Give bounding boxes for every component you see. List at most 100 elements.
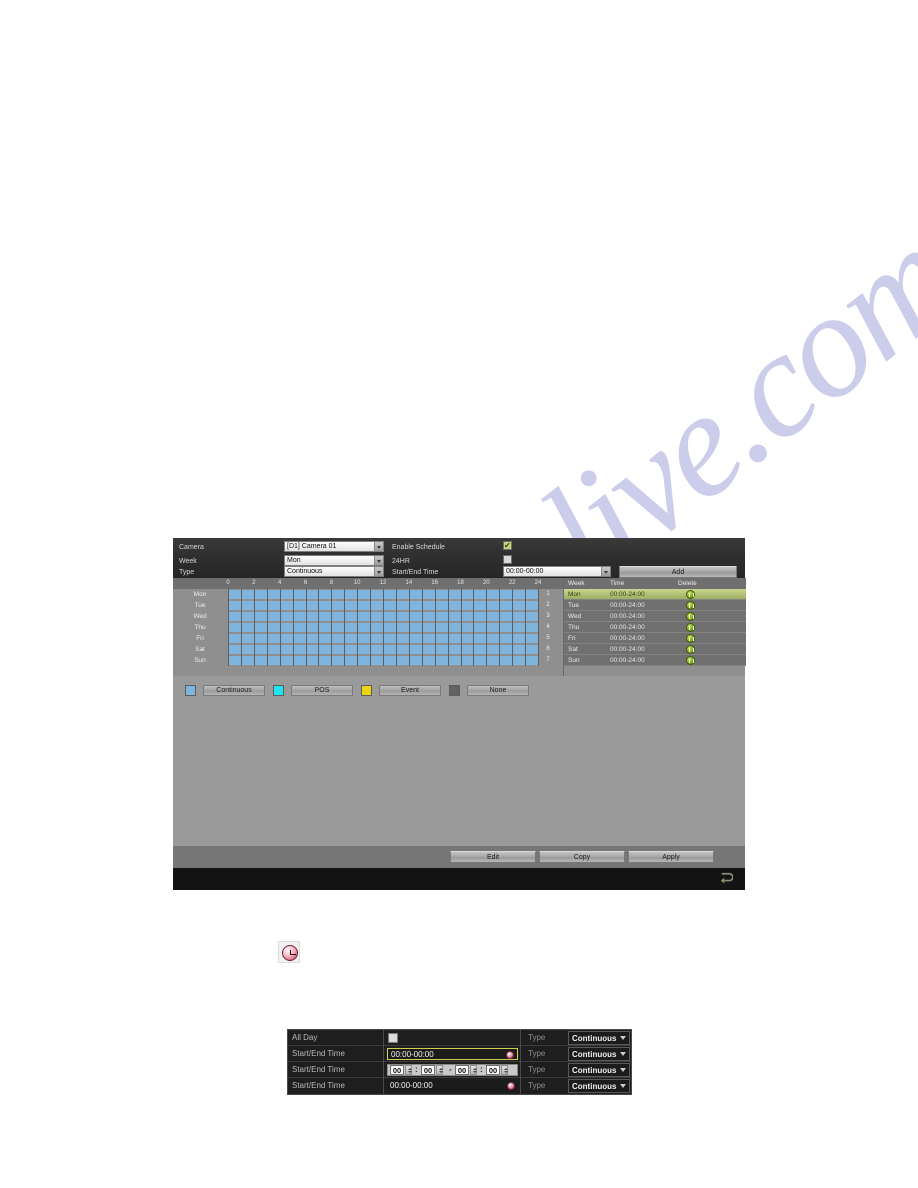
spinner-arrows-icon[interactable] bbox=[436, 1065, 443, 1075]
type-label: Type bbox=[528, 1049, 546, 1058]
divider bbox=[383, 1078, 384, 1094]
hour-tick: 20 bbox=[482, 580, 490, 586]
chevron-down-icon bbox=[374, 567, 383, 576]
enable-schedule-label: Enable Schedule bbox=[392, 544, 445, 551]
delete-icon[interactable] bbox=[686, 623, 695, 632]
delete-icon[interactable] bbox=[686, 612, 695, 621]
time-spinner[interactable]: 00 bbox=[390, 1065, 412, 1075]
type-select[interactable]: Continuous bbox=[568, 1031, 630, 1045]
apply-button[interactable]: Apply bbox=[628, 851, 714, 863]
list-header: Week Time Delete bbox=[564, 578, 746, 589]
legend-swatch-none bbox=[449, 685, 460, 696]
type-label: Type bbox=[528, 1033, 546, 1042]
type-label: Type bbox=[528, 1081, 546, 1090]
chevron-down-icon bbox=[620, 1052, 626, 1056]
time-spinner-group[interactable]: 00 00 00 00: -: bbox=[387, 1064, 518, 1076]
spinner-arrows-icon[interactable] bbox=[470, 1065, 477, 1075]
legend-swatch-pos bbox=[273, 685, 284, 696]
clock-icon[interactable] bbox=[506, 1051, 514, 1059]
delete-icon[interactable] bbox=[686, 590, 695, 599]
clock-minute-hand bbox=[291, 954, 296, 955]
schedule-list-row[interactable]: Fri 00:00-24:00 bbox=[564, 633, 746, 644]
hour-tick: 10 bbox=[353, 580, 361, 586]
spinner-value[interactable]: 00 bbox=[455, 1065, 469, 1075]
legend-button-pos[interactable]: POS bbox=[291, 685, 353, 696]
grid-lines bbox=[228, 633, 539, 644]
schedule-day-row[interactable]: Fri 5 bbox=[173, 633, 563, 644]
schedule-day-row[interactable]: Tue 2 bbox=[173, 600, 563, 611]
day-index: 4 bbox=[546, 624, 550, 630]
time-spinner[interactable]: 00 bbox=[421, 1065, 443, 1075]
schedule-list-row[interactable]: Sun 00:00-24:00 bbox=[564, 655, 746, 666]
legend-button-none[interactable]: None bbox=[467, 685, 529, 696]
type-select[interactable]: Continuous bbox=[568, 1047, 630, 1061]
spinner-arrows-icon[interactable] bbox=[405, 1065, 412, 1075]
day-label-tue: Tue bbox=[194, 602, 206, 609]
time-spinner[interactable]: 00 bbox=[486, 1065, 508, 1075]
edit-schedule-dialog: All Day Type Continuous Start/End Time 00:00… bbox=[287, 1029, 632, 1095]
spinner-value[interactable]: 00 bbox=[390, 1065, 404, 1075]
hour-tick: 24 bbox=[534, 580, 542, 586]
24hr-checkbox[interactable] bbox=[503, 555, 512, 564]
separator: : bbox=[480, 1065, 483, 1074]
legend-button-continuous[interactable]: Continuous bbox=[203, 685, 265, 696]
all-day-checkbox[interactable] bbox=[388, 1033, 398, 1043]
edit-button[interactable]: Edit bbox=[450, 851, 536, 863]
schedule-list-row[interactable]: Thu 00:00-24:00 bbox=[564, 622, 746, 633]
schedule-list-row[interactable]: Wed 00:00-24:00 bbox=[564, 611, 746, 622]
row-time: 00:00-24:00 bbox=[610, 657, 645, 664]
spinner-value[interactable]: 00 bbox=[421, 1065, 435, 1075]
row-week: Sat bbox=[568, 646, 578, 653]
day-rows[interactable]: Mon 1 Tue 2 Wed 3 Thu 4 Fri 5 Sat 6 Sun 7 bbox=[173, 589, 563, 666]
schedule-list-table: Week Time Delete Mon 00:00-24:00 Tue 00:00-… bbox=[563, 578, 746, 676]
chevron-down-icon bbox=[374, 542, 383, 551]
back-arrow-icon[interactable] bbox=[719, 872, 733, 884]
hour-tick: 4 bbox=[277, 580, 282, 586]
day-index: 7 bbox=[546, 657, 550, 663]
schedule-day-row[interactable]: Sun 7 bbox=[173, 655, 563, 666]
day-label-wed: Wed bbox=[193, 613, 207, 620]
add-button[interactable]: Add bbox=[619, 566, 737, 578]
clock-face bbox=[282, 945, 298, 961]
clock-icon[interactable] bbox=[278, 941, 300, 963]
divider bbox=[520, 1062, 521, 1078]
hour-tick: 2 bbox=[252, 580, 256, 586]
schedule-list-row[interactable]: Sat 00:00-24:00 bbox=[564, 644, 746, 655]
dialog-row-label: All Day bbox=[292, 1033, 318, 1042]
spinner-arrows-icon[interactable] bbox=[501, 1065, 508, 1075]
type-select[interactable]: Continuous bbox=[284, 566, 384, 577]
schedule-day-row[interactable]: Mon 1 bbox=[173, 589, 563, 600]
col-week: Week bbox=[568, 580, 585, 587]
start-end-time-input[interactable]: 00:00-00:00 bbox=[503, 566, 611, 577]
type-select[interactable]: Continuous bbox=[568, 1063, 630, 1077]
chevron-down-icon bbox=[374, 556, 383, 565]
divider bbox=[520, 1030, 521, 1046]
delete-icon[interactable] bbox=[686, 634, 695, 643]
copy-button[interactable]: Copy bbox=[539, 851, 625, 863]
type-select[interactable]: Continuous bbox=[568, 1079, 630, 1093]
schedule-day-row[interactable]: Wed 3 bbox=[173, 611, 563, 622]
camera-select[interactable]: [D1] Camera 01 bbox=[284, 541, 384, 552]
enable-schedule-checkbox[interactable] bbox=[503, 540, 512, 551]
legend-button-event[interactable]: Event bbox=[379, 685, 441, 696]
day-label-sat: Sat bbox=[195, 646, 205, 653]
schedule-day-row[interactable]: Thu 4 bbox=[173, 622, 563, 633]
camera-select-value: [D1] Camera 01 bbox=[287, 543, 337, 550]
day-label-mon: Mon bbox=[193, 591, 207, 598]
time-spinner[interactable]: 00 bbox=[455, 1065, 477, 1075]
schedule-day-row[interactable]: Sat 6 bbox=[173, 644, 563, 655]
clock-icon[interactable] bbox=[507, 1082, 515, 1090]
schedule-list-row[interactable]: Mon 00:00-24:00 bbox=[564, 589, 746, 600]
start-end-time-field[interactable]: 00:00-00:00 bbox=[387, 1048, 518, 1060]
grid-lines bbox=[228, 644, 539, 655]
spinner-value[interactable]: 00 bbox=[486, 1065, 500, 1075]
delete-icon[interactable] bbox=[686, 601, 695, 610]
record-schedule-panel: Camera [D1] Camera 01 Enable Schedule We… bbox=[173, 538, 746, 890]
delete-icon[interactable] bbox=[686, 656, 695, 665]
grid-lines bbox=[228, 600, 539, 611]
start-end-time-field[interactable]: 00:00-00:00 bbox=[387, 1080, 518, 1092]
delete-icon[interactable] bbox=[686, 645, 695, 654]
week-select[interactable]: Mon bbox=[284, 555, 384, 566]
row-time: 00:00-24:00 bbox=[610, 624, 645, 631]
schedule-list-row[interactable]: Tue 00:00-24:00 bbox=[564, 600, 746, 611]
